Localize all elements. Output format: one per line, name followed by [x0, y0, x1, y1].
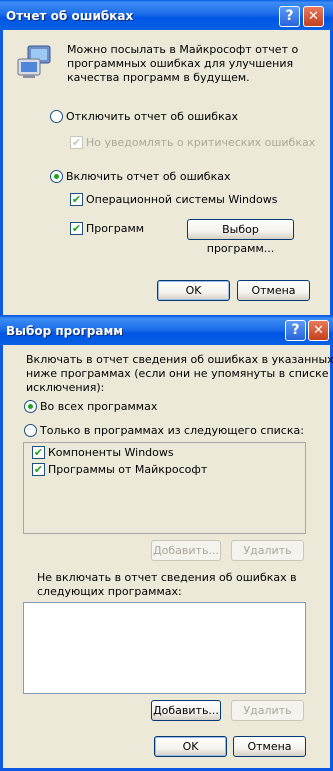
- cancel-button[interactable]: Отмена: [233, 736, 306, 757]
- programs-label[interactable]: Программ: [86, 222, 144, 235]
- windows-os-checkbox[interactable]: ✔: [70, 193, 83, 206]
- error-reporting-titlebar[interactable]: Отчет об ошибках ? ✕: [0, 0, 333, 30]
- programs-checkbox[interactable]: ✔: [70, 222, 83, 235]
- disable-reporting-radio[interactable]: [50, 110, 63, 123]
- choose-programs-title: Выбор программ: [6, 324, 124, 338]
- exclude-programs-list[interactable]: [23, 602, 306, 694]
- only-listed-label[interactable]: Только в программах из следующего списка…: [40, 424, 304, 437]
- choose-programs-button[interactable]: Выбор программ...: [187, 219, 294, 255]
- error-reporting-dialog: Отчет об ошибках ? ✕ Можно посылать в Ма…: [0, 0, 333, 318]
- close-button[interactable]: ✕: [303, 6, 324, 27]
- all-programs-radio[interactable]: [24, 400, 37, 413]
- windows-os-label[interactable]: Операционной системы Windows: [86, 193, 277, 206]
- choose-programs-dialog: Выбор программ ? ✕ Включать в отчет свед…: [0, 316, 333, 771]
- enable-reporting-label[interactable]: Включить отчет об ошибках: [66, 170, 230, 183]
- list-item-checkbox[interactable]: ✔: [32, 446, 45, 459]
- description-line-1: Можно посылать в Майкрософт отчет о: [67, 43, 299, 56]
- notify-critical-checkbox[interactable]: ✔: [70, 136, 83, 149]
- disable-reporting-label[interactable]: Отключить отчет об ошибках: [66, 110, 238, 123]
- add-program-button[interactable]: Добавить...: [151, 540, 221, 561]
- remove-excluded-button[interactable]: Удалить: [231, 700, 304, 721]
- exclude-line-2: следующих программах:: [37, 585, 182, 598]
- exclude-line-1: Не включать в отчет сведения об ошибках …: [37, 571, 297, 584]
- add-excluded-button[interactable]: Добавить...: [151, 700, 221, 721]
- help-button[interactable]: ?: [285, 320, 306, 341]
- include-line-2: ниже программах (если они не упомянуты в…: [26, 367, 329, 380]
- description-line-3: качества программ в будущем.: [67, 71, 250, 84]
- list-item[interactable]: Компоненты Windows: [48, 446, 174, 459]
- choose-programs-titlebar[interactable]: Выбор программ ? ✕: [0, 316, 333, 345]
- only-listed-radio[interactable]: [24, 424, 37, 437]
- choose-programs-body: Включать в отчет сведения об ошибках в у…: [0, 345, 333, 771]
- list-item-checkbox[interactable]: ✔: [32, 463, 45, 476]
- remove-program-button[interactable]: Удалить: [231, 540, 304, 561]
- error-reporting-body: Можно посылать в Майкрософт отчет о прог…: [0, 30, 333, 318]
- include-line-1: Включать в отчет сведения об ошибках в у…: [26, 353, 333, 366]
- description-line-2: программных ошибках для улучшения: [67, 57, 294, 70]
- cancel-button[interactable]: Отмена: [237, 280, 310, 301]
- ok-button[interactable]: OK: [157, 280, 230, 301]
- help-button[interactable]: ?: [279, 6, 300, 27]
- computer-icon: [16, 45, 52, 79]
- enable-reporting-radio[interactable]: [50, 170, 63, 183]
- notify-critical-label[interactable]: Но уведомлять о критических ошибках: [86, 136, 315, 149]
- close-button[interactable]: ✕: [308, 320, 329, 341]
- include-programs-list[interactable]: ✔ Компоненты Windows ✔ Программы от Майк…: [23, 442, 306, 534]
- ok-button[interactable]: OK: [154, 736, 227, 757]
- error-reporting-title: Отчет об ошибках: [6, 9, 134, 23]
- include-line-3: исключения):: [26, 381, 105, 394]
- all-programs-label[interactable]: Во всех программах: [40, 400, 157, 413]
- list-item[interactable]: Программы от Майкрософт: [48, 463, 207, 476]
